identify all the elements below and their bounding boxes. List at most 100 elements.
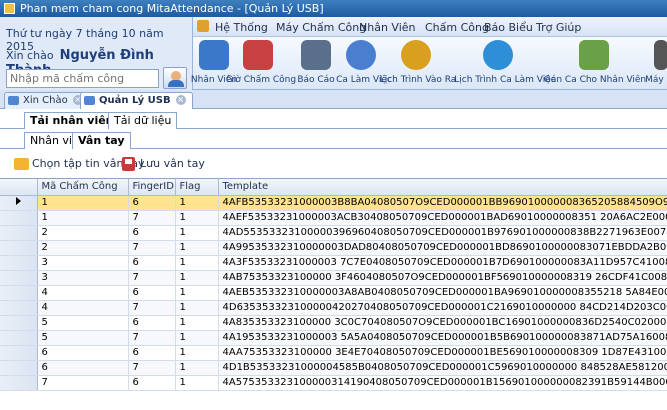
column-header-template[interactable]: Template xyxy=(218,179,667,196)
cell-fingerid[interactable]: 6 xyxy=(128,195,176,211)
cell-ma-cham-cong[interactable]: 5 xyxy=(37,315,129,331)
cell-fingerid[interactable]: 7 xyxy=(128,270,176,286)
column-header-ma-cham-cong[interactable]: Mã Chấm Công xyxy=(37,179,129,196)
table-row[interactable]: 3 6 1 4A3F53533231000003 7C7E0408050709CED0… xyxy=(0,255,667,271)
row-indicator[interactable] xyxy=(0,285,38,301)
ribbon-attendance-hours-button[interactable]: Giờ Chấm Công xyxy=(226,37,296,90)
table-row[interactable]: 2 7 1 4A99535332310000003DAD80408050709CED0… xyxy=(0,240,667,256)
cell-fingerid[interactable]: 6 xyxy=(128,345,176,361)
ribbon-report-button[interactable]: Báo Cáo xyxy=(297,37,335,90)
cell-flag[interactable]: 1 xyxy=(175,195,219,211)
cell-flag[interactable]: 1 xyxy=(175,345,219,361)
cell-fingerid[interactable]: 6 xyxy=(128,315,176,331)
row-indicator[interactable] xyxy=(0,210,38,226)
cell-ma-cham-cong[interactable]: 2 xyxy=(37,225,129,241)
cell-template[interactable]: 4AEB535332310000003A8AB0408050709CED0000… xyxy=(218,285,667,301)
ribbon-inout-schedule-button[interactable]: Lịch Trình Vào Ra xyxy=(380,37,456,90)
column-header-fingerid[interactable]: FingerID xyxy=(128,179,176,196)
ribbon-machine-button[interactable]: Máy C xyxy=(645,37,667,90)
cell-ma-cham-cong[interactable]: 4 xyxy=(37,285,129,301)
ribbon-shift-schedule-button[interactable]: Lịch Trình Ca Làm Việc xyxy=(454,37,556,90)
cell-flag[interactable]: 1 xyxy=(175,375,219,391)
cell-fingerid[interactable]: 7 xyxy=(128,240,176,256)
cell-fingerid[interactable]: 7 xyxy=(128,300,176,316)
cell-flag[interactable]: 1 xyxy=(175,300,219,316)
ribbon-assign-shift-button[interactable]: Gán Ca Cho Nhân Viên xyxy=(544,37,646,90)
close-icon[interactable]: × xyxy=(175,95,186,105)
cell-fingerid[interactable]: 6 xyxy=(128,285,176,301)
table-row[interactable]: 5 6 1 4A835353323100000 3C0C704080507O9CED0… xyxy=(0,315,667,331)
cell-template[interactable]: 4AA75353323100000 3E4E70408050709CED0000… xyxy=(218,345,667,361)
cell-fingerid[interactable]: 7 xyxy=(128,330,176,346)
cell-template[interactable]: 4A575353323100000314190408050709CED00000… xyxy=(218,375,667,391)
table-row[interactable]: 5 7 1 4A1953533231000003 5A5A0408050709CED0… xyxy=(0,330,667,346)
cell-template[interactable]: 4AEF53533231000003ACB30408050709CED00000… xyxy=(218,210,667,226)
cell-ma-cham-cong[interactable]: 7 xyxy=(37,375,129,391)
cell-template[interactable]: 4A99535332310000003DAD80408050709CED0000… xyxy=(218,240,667,256)
row-indicator[interactable] xyxy=(0,270,38,286)
menu-tro-giup[interactable]: Trợ Giúp xyxy=(536,21,581,34)
ribbon-shift-button[interactable]: Ca Làm Việc xyxy=(336,37,392,90)
cell-ma-cham-cong[interactable]: 6 xyxy=(37,345,129,361)
table-row[interactable]: 4 7 1 4D635353323100000420270408050709CED00… xyxy=(0,300,667,316)
cell-fingerid[interactable]: 7 xyxy=(128,360,176,376)
cell-template[interactable]: 4AB75353323100000 3F4604080507O9CED00000… xyxy=(218,270,667,286)
cell-template[interactable]: 4D635353323100000420270408050709CED00000… xyxy=(218,300,667,316)
cell-fingerid[interactable]: 7 xyxy=(128,210,176,226)
table-row[interactable]: 7 6 1 4A575353323100000314190408050709CED00… xyxy=(0,375,667,391)
tab-van-tay[interactable]: Vân tay xyxy=(72,132,131,150)
menu-app-icon[interactable] xyxy=(197,20,209,32)
row-indicator[interactable] xyxy=(0,225,38,241)
search-employee-button[interactable] xyxy=(163,67,187,89)
cell-flag[interactable]: 1 xyxy=(175,210,219,226)
cell-ma-cham-cong[interactable]: 6 xyxy=(37,360,129,376)
row-indicator[interactable] xyxy=(0,360,38,376)
table-row[interactable]: 1 7 1 4AEF53533231000003ACB30408050709CED00… xyxy=(0,210,667,226)
cell-ma-cham-cong[interactable]: 5 xyxy=(37,330,129,346)
tab-tai-nhan-vien[interactable]: Tải nhân viên xyxy=(24,112,120,130)
cell-flag[interactable]: 1 xyxy=(175,285,219,301)
cell-fingerid[interactable]: 6 xyxy=(128,225,176,241)
menu-cham-cong[interactable]: Chấm Công xyxy=(425,21,489,34)
cell-flag[interactable]: 1 xyxy=(175,315,219,331)
cell-flag[interactable]: 1 xyxy=(175,255,219,271)
menu-he-thong[interactable]: Hệ Thống xyxy=(215,21,268,34)
row-indicator[interactable] xyxy=(0,330,38,346)
cell-flag[interactable]: 1 xyxy=(175,330,219,346)
table-row[interactable]: 6 7 1 4D1B53533231000004585B0408050709CED00… xyxy=(0,360,667,376)
employee-code-search-input[interactable] xyxy=(6,69,159,88)
cell-flag[interactable]: 1 xyxy=(175,360,219,376)
cell-ma-cham-cong[interactable]: 1 xyxy=(37,210,129,226)
row-indicator[interactable] xyxy=(0,375,38,391)
cell-ma-cham-cong[interactable]: 4 xyxy=(37,300,129,316)
row-indicator[interactable] xyxy=(0,255,38,271)
cell-flag[interactable]: 1 xyxy=(175,225,219,241)
table-row[interactable]: 1 6 1 4AFB53533231000003B8BA04080507O9CED00… xyxy=(0,195,667,211)
cell-ma-cham-cong[interactable]: 2 xyxy=(37,240,129,256)
cell-ma-cham-cong[interactable]: 1 xyxy=(37,195,129,211)
fingerprint-grid[interactable]: Mã Chấm Công FingerID Flag Template 1614… xyxy=(0,178,667,410)
column-header-flag[interactable]: Flag xyxy=(175,179,219,196)
table-row[interactable]: 3 7 1 4AB75353323100000 3F4604080507O9CED00… xyxy=(0,270,667,286)
tab-xin-chao[interactable]: Xin Chào × xyxy=(4,92,90,109)
cell-flag[interactable]: 1 xyxy=(175,270,219,286)
tab-quan-ly-usb[interactable]: Quản Lý USB × xyxy=(80,92,193,109)
cell-flag[interactable]: 1 xyxy=(175,240,219,256)
cell-template[interactable]: 4A1953533231000003 5A5A0408050709CED0000… xyxy=(218,330,667,346)
row-indicator[interactable] xyxy=(0,300,38,316)
row-indicator[interactable] xyxy=(0,345,38,361)
table-row[interactable]: 4 6 1 4AEB535332310000003A8AB0408050709CED0… xyxy=(0,285,667,301)
row-indicator[interactable] xyxy=(0,195,38,211)
menu-may-cham-cong[interactable]: Máy Chấm Công xyxy=(276,21,366,34)
tab-tai-du-lieu[interactable]: Tải dữ liệu xyxy=(108,112,178,129)
menu-bao-bieu[interactable]: Báo Biểu xyxy=(484,21,533,34)
save-fingerprint-button[interactable]: Lưu vân tay xyxy=(122,156,205,172)
cell-ma-cham-cong[interactable]: 3 xyxy=(37,255,129,271)
table-row[interactable]: 6 6 1 4AA75353323100000 3E4E70408050709CED0… xyxy=(0,345,667,361)
cell-ma-cham-cong[interactable]: 3 xyxy=(37,270,129,286)
cell-fingerid[interactable]: 6 xyxy=(128,255,176,271)
menu-nhan-vien[interactable]: Nhân Viên xyxy=(359,21,416,34)
table-row[interactable]: 2 6 1 4AD55353323100000396960408050709CED00… xyxy=(0,225,667,241)
cell-template[interactable]: 4AD55353323100000396960408050709CED00000… xyxy=(218,225,667,241)
ribbon-employee-button[interactable]: Nhân Viên xyxy=(191,37,237,90)
